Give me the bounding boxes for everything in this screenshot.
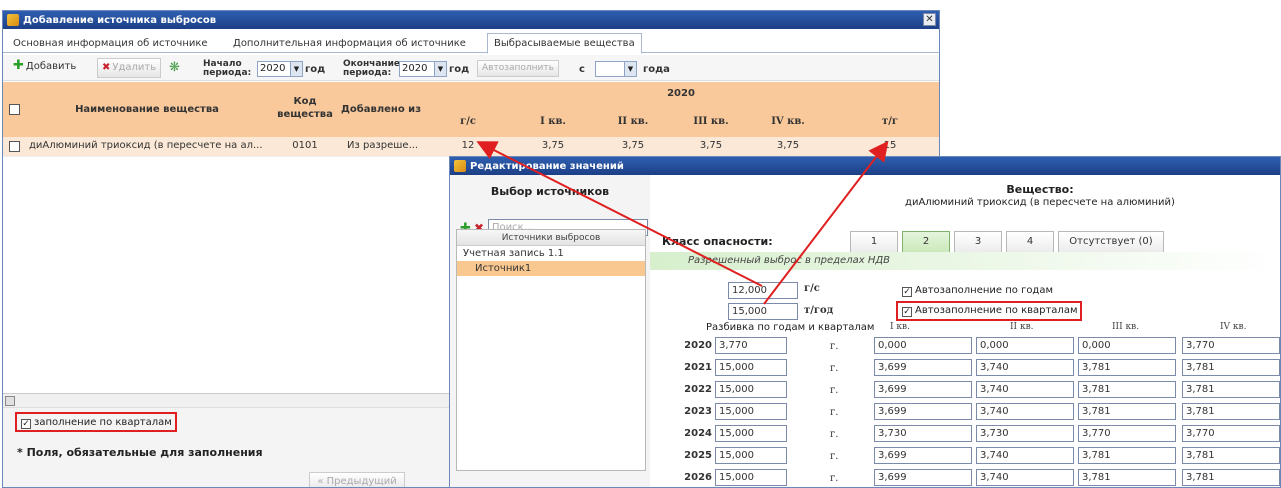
arrow-gs	[476, 141, 763, 287]
arrow-tg	[763, 140, 889, 305]
annotation-arrows	[476, 140, 889, 305]
